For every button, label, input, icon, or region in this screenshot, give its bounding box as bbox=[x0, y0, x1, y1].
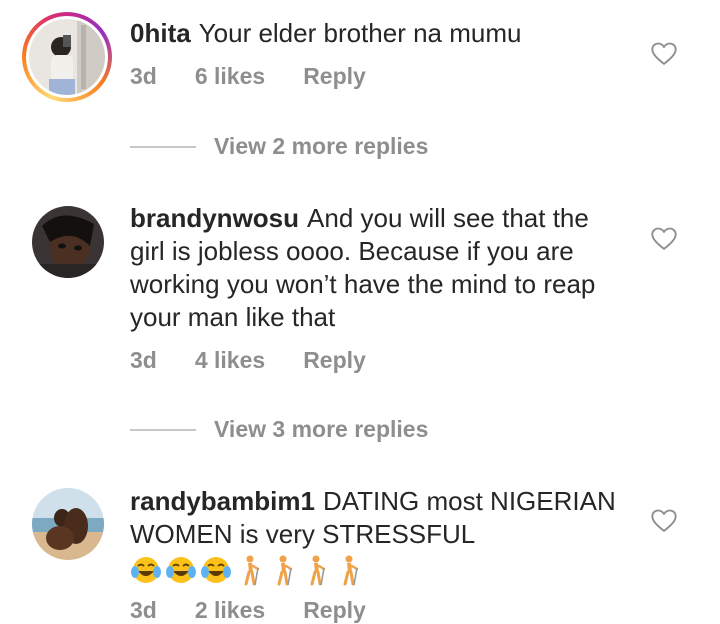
tears-of-joy-emoji-icon bbox=[166, 557, 196, 583]
reply-button[interactable]: Reply bbox=[303, 63, 366, 90]
comment-age: 3d bbox=[130, 63, 157, 89]
tears-of-joy-emoji-icon bbox=[131, 557, 161, 583]
story-ring[interactable] bbox=[22, 12, 112, 102]
avatar[interactable] bbox=[32, 488, 104, 560]
comment-text: randybambim1 DATING most NIGERIAN WOMEN i… bbox=[130, 485, 630, 551]
comment-text: brandynwosu And you will see that the gir… bbox=[130, 202, 630, 334]
username[interactable]: 0hita bbox=[130, 18, 191, 48]
person-walking-with-cane-icon bbox=[310, 555, 326, 586]
avatar[interactable] bbox=[29, 19, 105, 95]
likes-count[interactable]: 2 likes bbox=[195, 597, 265, 624]
likes-count[interactable]: 6 likes bbox=[195, 63, 265, 90]
comment-age: 3d bbox=[130, 347, 157, 373]
comment-text: 0hita Your elder brother na mumu bbox=[130, 17, 630, 50]
divider-line bbox=[130, 428, 196, 431]
reply-button[interactable]: Reply bbox=[303, 347, 366, 374]
heart-icon[interactable] bbox=[650, 225, 678, 253]
comment-age: 3d bbox=[130, 597, 157, 623]
view-more-replies[interactable]: View 3 more replies bbox=[130, 416, 428, 443]
tears-of-joy-emoji-icon bbox=[201, 557, 231, 583]
person-walking-with-cane-icon bbox=[343, 555, 359, 586]
heart-icon[interactable] bbox=[650, 507, 678, 535]
avatar[interactable] bbox=[32, 206, 104, 278]
view-more-label[interactable]: View 2 more replies bbox=[214, 133, 428, 160]
reply-button[interactable]: Reply bbox=[303, 597, 366, 624]
comment-meta: 3d 6 likes Reply bbox=[130, 63, 404, 90]
likes-count[interactable]: 4 likes bbox=[195, 347, 265, 374]
comment-meta: 3d 2 likes Reply bbox=[130, 597, 404, 624]
emoji-row bbox=[130, 554, 367, 586]
person-walking-with-cane-icon bbox=[244, 555, 260, 586]
view-more-label[interactable]: View 3 more replies bbox=[214, 416, 428, 443]
divider-line bbox=[130, 145, 196, 148]
view-more-replies[interactable]: View 2 more replies bbox=[130, 133, 428, 160]
comment-meta: 3d 4 likes Reply bbox=[130, 347, 404, 374]
username[interactable]: brandynwosu bbox=[130, 203, 299, 233]
heart-icon[interactable] bbox=[650, 40, 678, 68]
comment-body: Your elder brother na mumu bbox=[198, 18, 522, 48]
person-walking-with-cane-icon bbox=[277, 555, 293, 586]
username[interactable]: randybambim1 bbox=[130, 486, 315, 516]
